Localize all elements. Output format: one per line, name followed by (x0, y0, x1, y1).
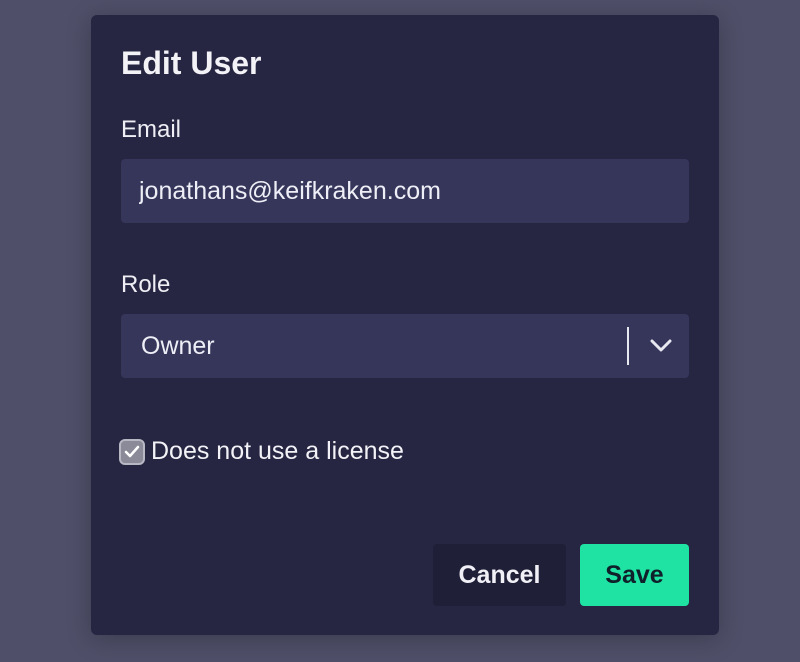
checkmark-icon (124, 445, 140, 457)
save-button[interactable]: Save (580, 544, 689, 606)
dialog-title: Edit User (121, 45, 262, 81)
license-checkbox-row[interactable]: Does not use a license (119, 437, 404, 466)
chevron-down-icon[interactable] (633, 314, 689, 378)
cancel-button[interactable]: Cancel (433, 544, 566, 606)
email-input[interactable] (121, 159, 689, 223)
license-checkbox-label: Does not use a license (151, 437, 404, 465)
role-select[interactable]: Owner (121, 314, 689, 378)
role-selected-value: Owner (141, 331, 215, 360)
edit-user-dialog: Edit User Email Role Owner Does not use … (91, 15, 719, 635)
email-label: Email (121, 116, 182, 143)
license-checkbox[interactable] (119, 438, 145, 465)
select-separator (627, 327, 629, 365)
role-label: Role (121, 271, 171, 298)
